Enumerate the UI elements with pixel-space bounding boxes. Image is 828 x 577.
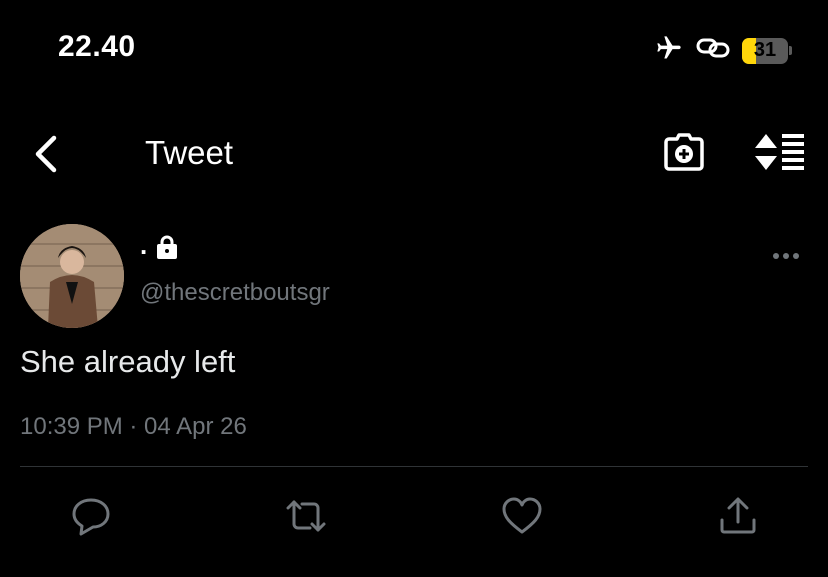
status-icons: 31: [654, 34, 792, 67]
sort-button[interactable]: [754, 130, 806, 174]
like-button[interactable]: [500, 494, 544, 538]
camera-add-icon: [664, 133, 704, 171]
lock-icon: [154, 234, 180, 260]
retweet-button[interactable]: [284, 494, 328, 538]
link-icon: [696, 35, 730, 66]
more-options-button[interactable]: [772, 248, 800, 264]
tweet-text: She already left: [20, 344, 236, 379]
more-dots-icon: [773, 253, 799, 259]
battery-nub: [789, 46, 792, 55]
retweet-icon: [286, 500, 326, 532]
like-icon: [502, 497, 542, 534]
camera-button[interactable]: [662, 130, 706, 174]
back-chevron-icon: [35, 135, 57, 173]
battery-percentage: 31: [753, 39, 777, 61]
reply-icon: [72, 498, 110, 536]
back-button[interactable]: [30, 132, 70, 176]
page-title: Tweet: [145, 134, 234, 171]
status-time: 22.40: [58, 30, 136, 63]
reply-button[interactable]: [69, 494, 113, 538]
share-button[interactable]: [716, 494, 760, 538]
avatar-image: [20, 224, 124, 328]
share-icon: [720, 497, 756, 534]
user-handle[interactable]: @thescretboutsgr: [140, 279, 330, 307]
sort-icon: [755, 134, 804, 170]
divider: [20, 466, 808, 467]
airplane-icon: [654, 34, 684, 67]
avatar[interactable]: [20, 224, 124, 328]
display-name: .: [140, 230, 148, 260]
battery-indicator: 31: [742, 37, 788, 64]
tweet-timestamp: 10:39 PM · 04 Apr 26: [20, 413, 247, 440]
battery-icon: 31: [742, 37, 792, 64]
